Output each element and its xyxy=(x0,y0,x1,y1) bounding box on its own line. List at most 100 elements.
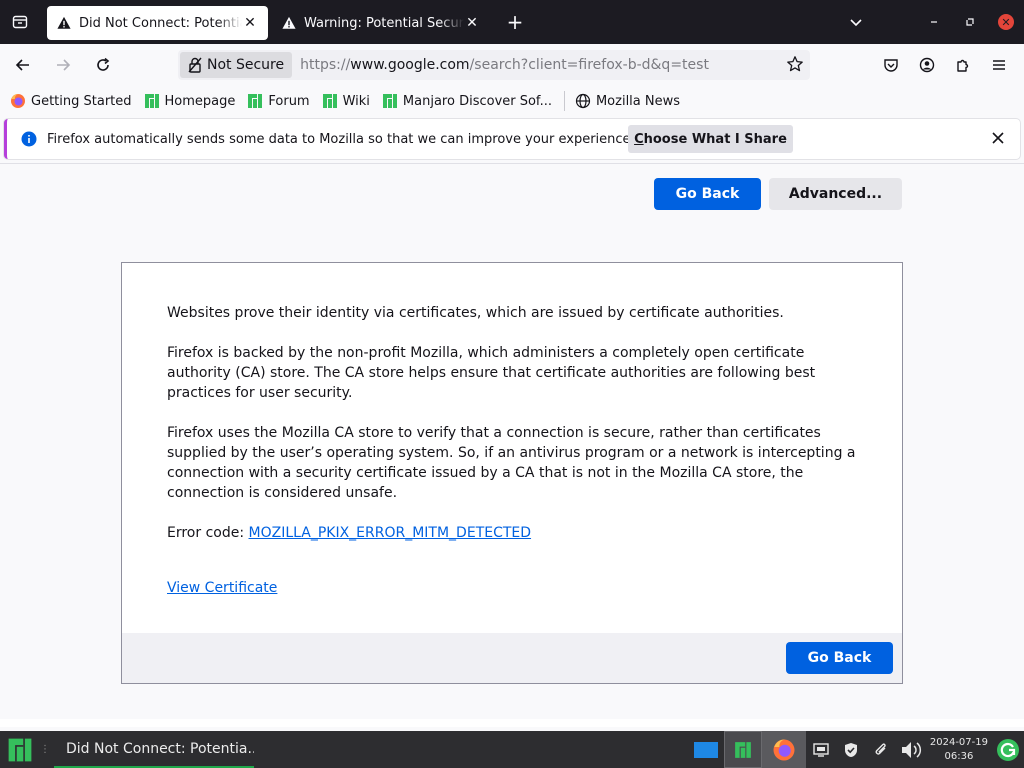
bookmark-homepage[interactable]: Homepage xyxy=(144,93,236,109)
advanced-panel-body: Websites prove their identity via certif… xyxy=(167,303,867,618)
back-arrow-icon xyxy=(15,59,29,71)
go-back-button[interactable]: Go Back xyxy=(654,178,761,210)
tab-title: Did Not Connect: Potential Security Issu… xyxy=(79,15,242,31)
url-path: /search?client=firefox-b-d&q=test xyxy=(469,57,709,73)
bookmark-manjaro-discover[interactable]: Manjaro Discover Sof... xyxy=(382,93,552,109)
warning-icon xyxy=(282,16,296,29)
view-certificate-line: View Certificate xyxy=(167,578,867,598)
account-icon xyxy=(919,57,935,73)
bookmark-label: Homepage xyxy=(164,93,236,109)
data-reporting-notification: Firefox automatically sends some data to… xyxy=(4,119,1020,159)
firefox-view-icon xyxy=(12,15,28,29)
maximize-button[interactable] xyxy=(952,0,988,44)
back-button[interactable] xyxy=(6,49,40,81)
taskbar-firefox-window[interactable]: Did Not Connect: Potentia... xyxy=(54,731,254,768)
pager-desktop-1[interactable] xyxy=(723,731,762,768)
bookmarks-toolbar: Getting Started Homepage Forum Wiki Manj… xyxy=(0,86,1024,116)
reload-button[interactable] xyxy=(86,49,120,81)
bookmark-mozilla-news[interactable]: Mozilla News xyxy=(575,93,680,109)
system-tray: 2024-07-19 06:36 xyxy=(688,731,1024,768)
paperclip-icon xyxy=(875,742,886,755)
bookmark-label: Mozilla News xyxy=(595,93,681,109)
digital-clock[interactable]: 2024-07-19 06:36 xyxy=(930,736,988,764)
mozilla-ca-store-paragraph: Firefox is backed by the non-profit Mozi… xyxy=(167,345,816,401)
error-code-label: Error code: xyxy=(167,525,249,541)
url-bar[interactable]: Not Secure https://www.google.com/search… xyxy=(178,50,810,80)
tab-title: Warning: Potential Security Risk Ahead xyxy=(304,15,464,31)
bookmark-forum[interactable]: Forum xyxy=(247,93,310,109)
clock-date: 2024-07-19 xyxy=(929,736,988,748)
close-window-button[interactable]: ✕ xyxy=(988,0,1024,44)
notification-text: Firefox automatically sends some data to… xyxy=(47,131,635,147)
firefox-view-button[interactable] xyxy=(0,0,40,44)
manjaro-icon xyxy=(248,94,263,108)
clipboard-tray-button[interactable] xyxy=(866,731,896,768)
choose-what-i-share-button[interactable]: Choose What I Share xyxy=(628,125,793,153)
app-menu-button[interactable] xyxy=(982,49,1016,81)
tab-close-button[interactable]: ✕ xyxy=(464,15,480,31)
bookmark-label: Manjaro Discover Sof... xyxy=(402,93,552,109)
manjaro-icon xyxy=(735,741,751,758)
bookmark-wiki[interactable]: Wiki xyxy=(322,93,370,109)
update-tray-button[interactable] xyxy=(992,731,1024,768)
manjaro-icon xyxy=(8,738,32,761)
close-icon: ✕ xyxy=(998,14,1014,30)
tab-warning-security-risk[interactable]: Warning: Potential Security Risk Ahead ✕ xyxy=(272,6,490,40)
error-code-link[interactable]: MOZILLA_PKIX_ERROR_MITM_DETECTED xyxy=(249,525,532,541)
desktop-button[interactable] xyxy=(688,731,724,768)
bookmark-label: Wiki xyxy=(342,93,370,109)
url-text[interactable]: https://www.google.com/search?client=fir… xyxy=(300,57,709,73)
account-button[interactable] xyxy=(910,49,944,81)
content-bottom-edge xyxy=(0,719,1024,727)
warning-icon xyxy=(57,16,71,29)
minimize-button[interactable] xyxy=(916,0,952,44)
tab-close-button[interactable]: ✕ xyxy=(242,15,258,31)
globe-icon xyxy=(575,93,591,109)
firefox-icon xyxy=(773,739,795,760)
volume-tray-button[interactable] xyxy=(896,731,926,768)
not-secure-badge[interactable]: Not Secure xyxy=(180,52,293,78)
reload-icon xyxy=(97,57,110,71)
forward-button[interactable] xyxy=(46,49,80,81)
advanced-panel-footer: Go Back xyxy=(122,633,902,683)
plus-icon: + xyxy=(506,10,524,34)
notification-close-button[interactable] xyxy=(990,130,1006,150)
bookmark-star-button[interactable] xyxy=(786,55,804,77)
not-secure-label: Not Secure xyxy=(207,57,285,73)
url-scheme: https:// xyxy=(300,57,351,73)
desktop-icon xyxy=(693,741,718,758)
bookmark-getting-started[interactable]: Getting Started xyxy=(10,93,132,109)
certificate-explanation-paragraph: Websites prove their identity via certif… xyxy=(167,305,784,321)
forward-arrow-icon xyxy=(57,59,71,71)
view-certificate-link[interactable]: View Certificate xyxy=(167,580,277,596)
drag-handle-icon[interactable]: ⋮ xyxy=(40,744,50,755)
pager-desktop-2[interactable] xyxy=(761,731,806,768)
clock-time: 06:36 xyxy=(944,750,974,762)
mitm-explanation-paragraph: Firefox uses the Mozilla CA store to ver… xyxy=(167,425,856,501)
chevron-down-icon xyxy=(850,19,862,27)
application-launcher-button[interactable] xyxy=(0,731,40,768)
security-tray-button[interactable] xyxy=(836,731,866,768)
button-label-rest: hoose What I Share xyxy=(643,131,787,147)
new-tab-button[interactable]: + xyxy=(500,7,530,37)
window-spacer xyxy=(874,0,916,44)
network-wired-icon xyxy=(813,742,829,757)
advanced-button[interactable]: Advanced... xyxy=(769,178,902,210)
tab-did-not-connect[interactable]: Did Not Connect: Potential Security Issu… xyxy=(47,6,268,40)
bookmark-label: Forum xyxy=(268,93,310,109)
list-all-tabs-button[interactable] xyxy=(838,0,874,44)
extensions-button[interactable] xyxy=(946,49,980,81)
update-refresh-icon xyxy=(997,738,1019,761)
error-code-line: Error code: MOZILLA_PKIX_ERROR_MITM_DETE… xyxy=(167,523,867,543)
network-tray-button[interactable] xyxy=(806,731,836,768)
footer-go-back-button[interactable]: Go Back xyxy=(786,642,893,674)
bookmark-label: Getting Started xyxy=(31,93,132,109)
taskbar-window-title: Did Not Connect: Potentia... xyxy=(66,740,254,757)
firefox-icon xyxy=(11,94,25,108)
tab-bar: Did Not Connect: Potential Security Issu… xyxy=(0,0,1024,44)
info-icon xyxy=(21,131,37,147)
url-host: www.google.com xyxy=(350,57,470,73)
pocket-button[interactable] xyxy=(874,49,908,81)
error-page-content: Go Back Advanced... Websites prove their… xyxy=(0,163,1024,727)
shield-check-icon xyxy=(844,742,857,757)
